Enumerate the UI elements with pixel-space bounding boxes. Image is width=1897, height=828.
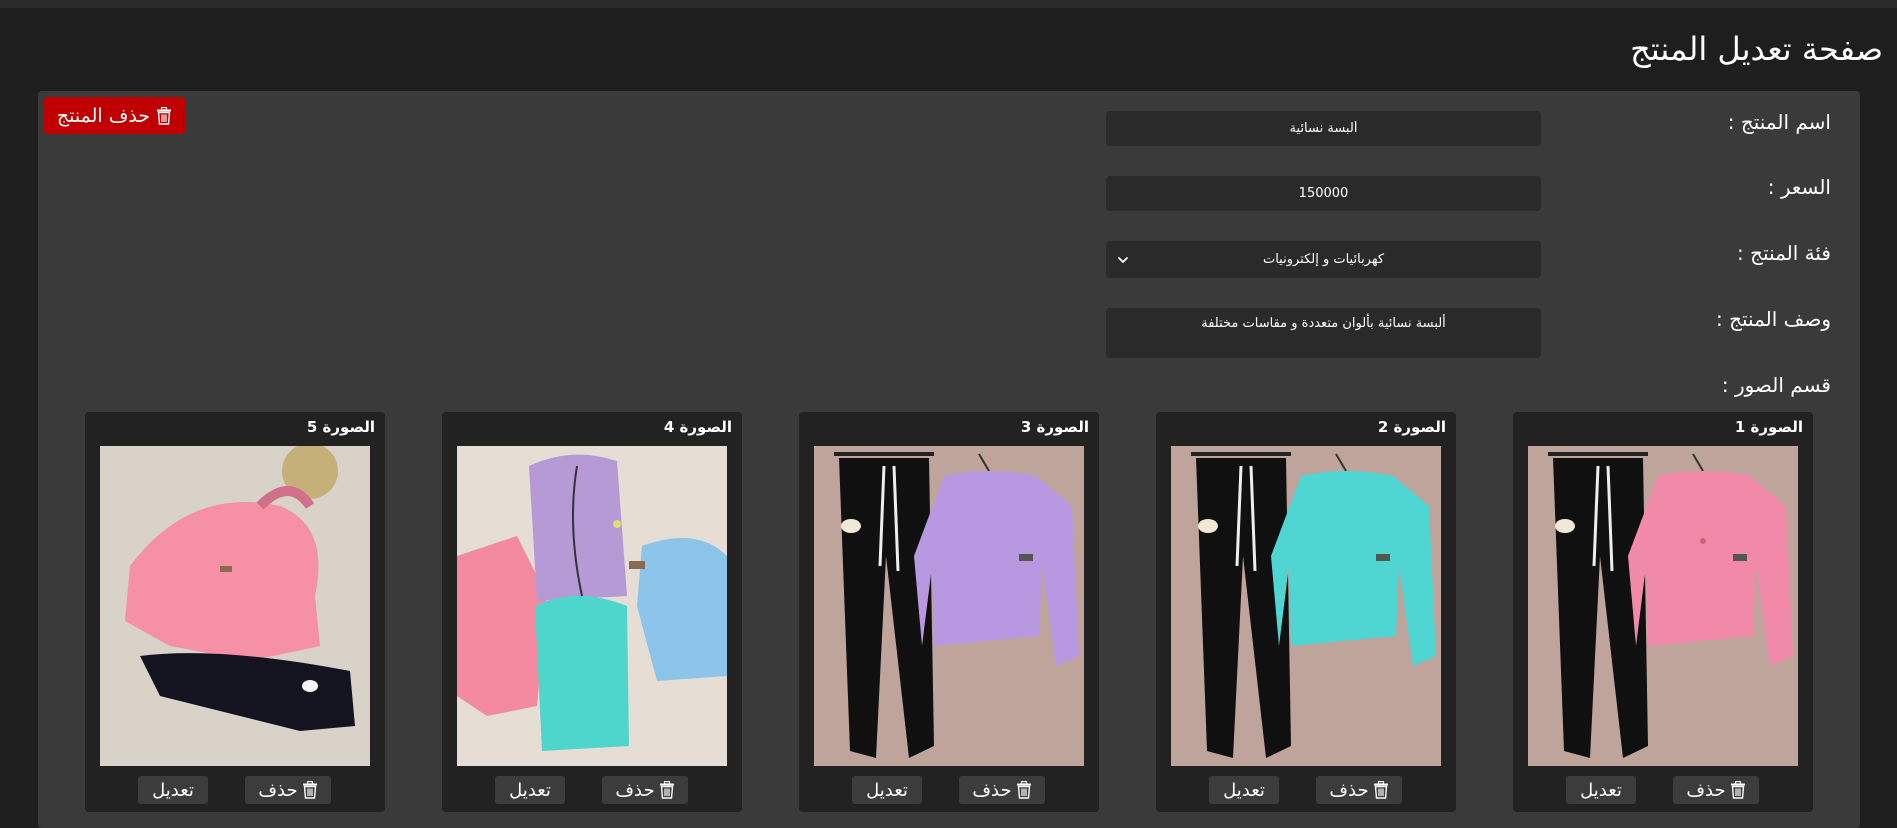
product-name-label: اسم المنتج : <box>1727 110 1831 134</box>
trash-icon <box>1373 781 1389 799</box>
edit-image-button[interactable]: تعديل <box>852 776 922 804</box>
delete-product-label: حذف المنتج <box>56 104 151 127</box>
delete-image-label: حذف <box>972 779 1012 801</box>
description-textarea[interactable]: ألبسة نسائية بألوان متعددة و مقاسات مختل… <box>1106 308 1541 358</box>
chevron-down-icon <box>1118 256 1128 263</box>
product-image-4 <box>457 446 727 766</box>
image-card-4: الصورة 4 حذف تعديل <box>442 412 742 812</box>
trash-icon <box>156 107 172 125</box>
delete-image-button[interactable]: حذف <box>1673 776 1759 804</box>
edit-image-button[interactable]: تعديل <box>1566 776 1636 804</box>
image-card-label: الصورة 2 <box>1377 418 1446 436</box>
delete-image-label: حذف <box>258 779 298 801</box>
image-card-label: الصورة 4 <box>663 418 732 436</box>
trash-icon <box>1730 781 1746 799</box>
delete-image-button[interactable]: حذف <box>245 776 331 804</box>
description-value: ألبسة نسائية بألوان متعددة و مقاسات مختل… <box>1201 316 1446 331</box>
top-bar <box>0 0 1897 8</box>
image-card-label: الصورة 5 <box>306 418 375 436</box>
category-select[interactable]: كهربائيات و إلكترونيات <box>1106 241 1541 278</box>
image-card-5: الصورة 5 حذف تعديل <box>85 412 385 812</box>
image-card-2: الصورة 2 حذف تعديل <box>1156 412 1456 812</box>
edit-image-button[interactable]: تعديل <box>1209 776 1279 804</box>
edit-image-button[interactable]: تعديل <box>138 776 208 804</box>
description-label: وصف المنتج : <box>1716 307 1831 331</box>
delete-image-label: حذف <box>1329 779 1369 801</box>
trash-icon <box>659 781 675 799</box>
price-input[interactable] <box>1106 176 1541 211</box>
delete-image-button[interactable]: حذف <box>602 776 688 804</box>
price-label: السعر : <box>1767 175 1831 199</box>
edit-image-button[interactable]: تعديل <box>495 776 565 804</box>
delete-image-label: حذف <box>1686 779 1726 801</box>
product-name-input[interactable] <box>1106 111 1541 146</box>
delete-image-button[interactable]: حذف <box>959 776 1045 804</box>
image-card-label: الصورة 3 <box>1020 418 1089 436</box>
product-image-5 <box>100 446 370 766</box>
trash-icon <box>302 781 318 799</box>
delete-image-label: حذف <box>615 779 655 801</box>
category-value: كهربائيات و إلكترونيات <box>1262 252 1385 267</box>
image-card-label: الصورة 1 <box>1734 418 1803 436</box>
delete-image-button[interactable]: حذف <box>1316 776 1402 804</box>
product-image-2 <box>1171 446 1441 766</box>
product-image-3 <box>814 446 1084 766</box>
image-card-1: الصورة 1 حذف تعديل <box>1513 412 1813 812</box>
delete-product-button[interactable]: حذف المنتج <box>44 97 185 134</box>
product-image-1 <box>1528 446 1798 766</box>
category-label: فئة المنتج : <box>1737 241 1831 265</box>
page-title: صفحة تعديل المنتج <box>1630 30 1883 68</box>
trash-icon <box>1016 781 1032 799</box>
images-section-label: قسم الصور : <box>1721 373 1831 397</box>
image-card-3: الصورة 3 حذف تعديل <box>799 412 1099 812</box>
